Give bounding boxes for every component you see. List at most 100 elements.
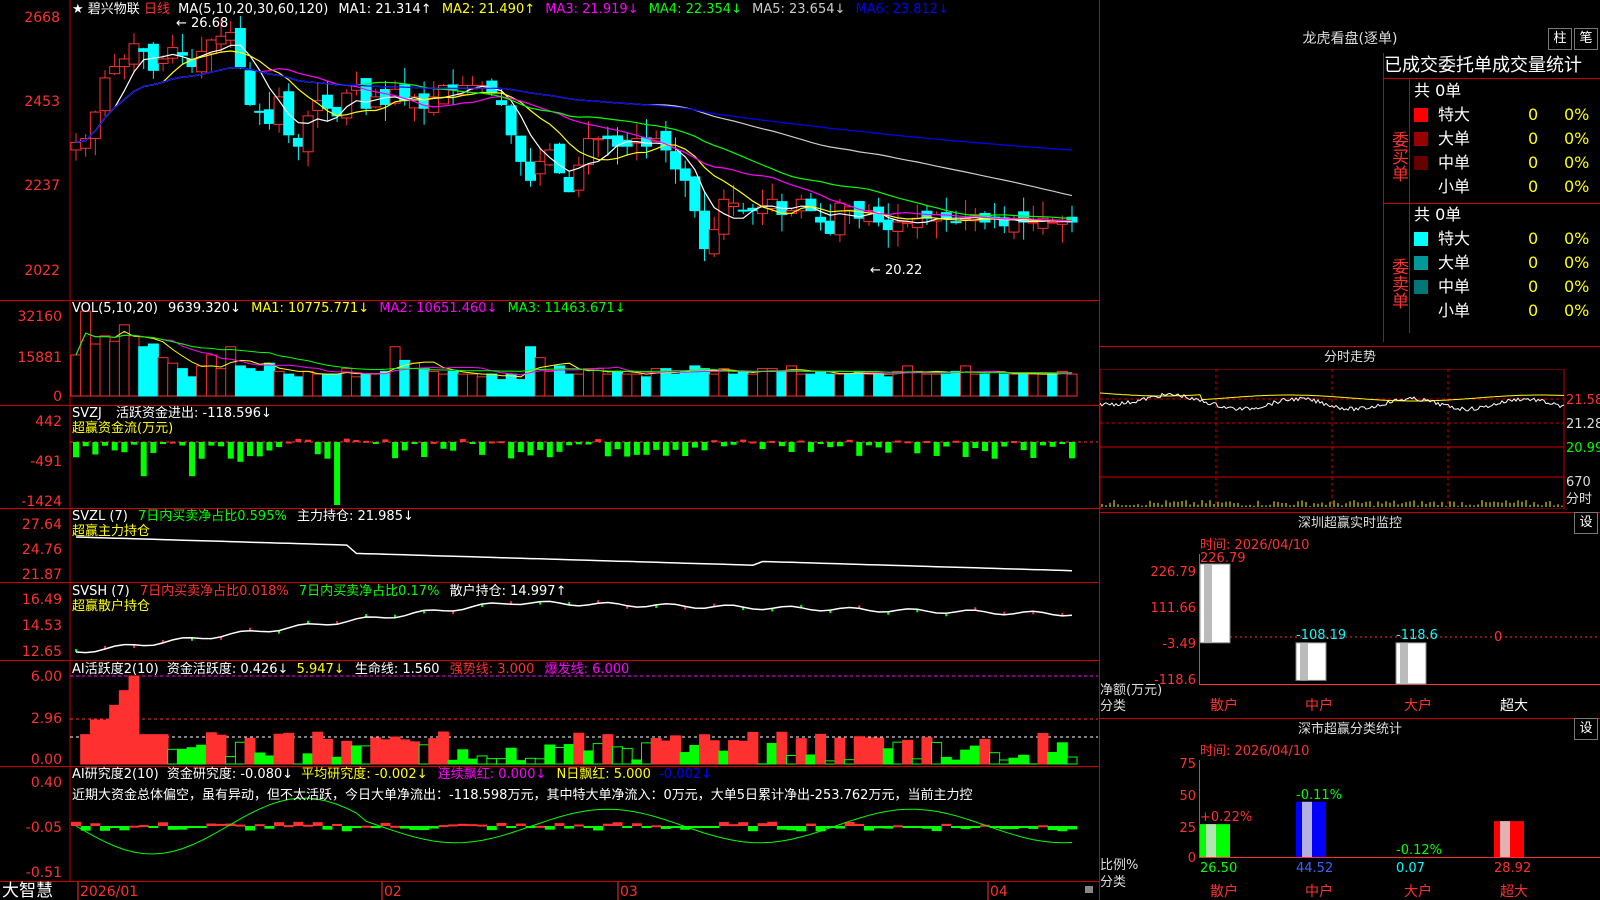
longhu-row-pct: 0% [1564,153,1590,172]
ai1-bar [660,740,672,765]
candle-body [1047,221,1059,224]
svzj-bar [778,442,785,447]
svzj-bar [430,441,437,444]
ai1-bar [399,739,411,765]
ai2-bar [1018,826,1029,828]
lock-icon[interactable] [1085,886,1093,893]
svzj-bar [169,441,176,444]
ai1-bar [892,741,904,765]
candle-body [728,202,740,208]
longhu-row-label: 小单 [1438,301,1471,320]
volume-bar [911,370,923,397]
monitor-bar-shade [1400,642,1408,684]
volume-bar [989,370,1001,397]
svzj-bar [672,442,679,450]
svzj-bar [923,441,930,444]
ai2-bar [428,826,439,829]
ai2-bar [834,826,845,829]
monitor-bars: 226.79 -108.19 -118.6 0 [1199,551,1502,685]
volume-bar [699,368,711,397]
main-chart-canvas[interactable]: 2668 2453 2237 2022 32160 15881 0 442 -4… [0,0,1100,900]
intraday-title: 分时走势 [1100,346,1600,368]
longhu-row-label: 特大 [1438,105,1471,124]
ai1-bar [834,737,846,765]
svzl-tick: 27.64 [22,517,62,533]
ai2-bar [457,823,468,826]
svsh-tick: 12.65 [22,644,62,660]
ai1-bar [244,737,256,765]
date-tick: 03 [620,884,638,900]
candle-body [592,138,604,141]
ai1-bar [737,740,749,765]
svsh-path [75,600,1073,654]
ai2-bar [912,826,923,828]
volume-bar [544,370,556,397]
svzj-bar [556,442,563,452]
ai1-bar [921,737,933,765]
svzj-bar [682,442,689,456]
volume-bar [863,373,875,397]
bar-view-button[interactable]: 柱 [1548,28,1572,50]
volume-bar [234,365,246,397]
volume-bar [708,373,720,397]
ai2-bar [660,826,671,829]
monitor-settings-button[interactable]: 设 [1574,512,1598,534]
volume-bar [728,373,740,397]
svzj-bar [392,442,399,459]
svzj-bar [189,442,196,477]
ai2-bar [254,824,265,827]
ai1-bar [873,737,885,765]
ai1-bar [157,734,169,765]
volume-bar [244,368,256,397]
ai1-bar [331,756,343,765]
ai1-bar [815,733,827,765]
volume-bar [795,373,807,397]
volume-bar [457,373,469,397]
volume-bar [1037,373,1049,397]
ai1-bar [1008,757,1020,765]
ma-line [75,66,1073,219]
candle-body [679,168,691,181]
svzj-bar [711,440,718,443]
ma-line [75,66,1072,222]
longhu-row-count: 0 [1528,129,1539,148]
classify-settings-button[interactable]: 设 [1574,718,1598,740]
longhu-tabs[interactable]: 已成交委托单成交量统计 [1383,53,1600,79]
svzj-bar [1049,442,1056,447]
sell-total: 共 0单 [1414,205,1462,224]
ai1-bar [650,738,662,765]
ai1-bar [99,719,111,765]
ai2-bar [796,826,807,832]
candle-body [128,43,140,65]
ai2-bar [341,826,352,832]
candle-body [602,135,614,140]
main-chart-area[interactable]: 2668 2453 2237 2022 32160 15881 0 442 -4… [0,0,1100,900]
volume-bar [969,373,981,397]
intraday-chart[interactable]: 21.58 21.28 20.99 670 分时 [1100,369,1600,509]
period-label: 日线 [144,2,170,17]
ai1-bar [147,734,159,765]
ai2-bar [902,826,913,828]
candle-body [834,202,846,236]
volume-bar [466,373,478,397]
svzj-bar [624,442,631,457]
longhu-row-count: 0 [1528,253,1539,272]
volume-bar [225,346,237,397]
svzj-bar [131,442,138,445]
svzj-bar [875,442,882,448]
candle-body [583,138,595,166]
ai2-bar [854,823,865,826]
ai1-bar [679,752,691,765]
low-marker: ← 20.22 [870,263,922,278]
ai2-bar [496,822,507,826]
ai1-bar [1056,742,1068,765]
svzj-bar [73,442,79,458]
svzj-bar [933,442,940,456]
high-marker: ← 26.68 [176,16,228,31]
tick-view-button[interactable]: 笔 [1574,28,1598,50]
ai2-bar [941,823,952,826]
brand-logo: 大智慧 [2,881,53,900]
candle-body [670,151,682,170]
ai1-bar [621,747,633,765]
candle-body [109,66,121,75]
